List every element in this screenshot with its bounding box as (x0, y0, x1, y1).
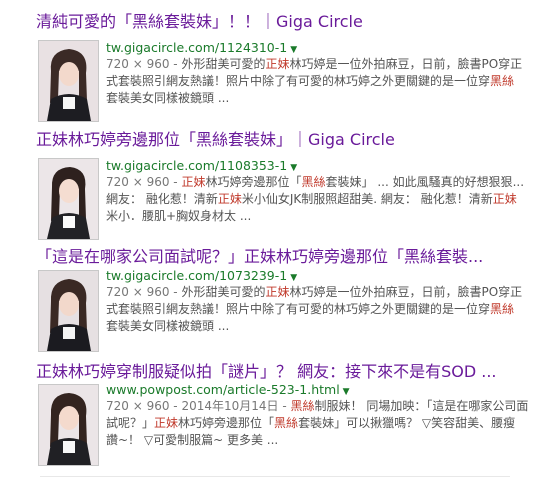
snippet-text: 林巧婷是一位外拍麻豆，日前，臉書PO穿正 (289, 285, 523, 299)
snippet-text: 套裝美女同樣被鏡頭 ... (106, 319, 230, 333)
caret-down-icon[interactable]: ▼ (290, 45, 297, 55)
snippet-highlight: 黑絲 (490, 74, 515, 88)
woman-photo-image (39, 271, 98, 351)
snippet-highlight: 正妹 (154, 416, 179, 430)
divider (40, 476, 510, 477)
caret-down-icon[interactable]: ▼ (290, 273, 297, 283)
result-meta: 720 × 960 - 2014年10月14日 - (106, 399, 291, 413)
snippet-text: 外形甜美可愛的 (181, 57, 266, 71)
result-snippet: 720 × 960 - 正妹林巧婷旁邊那位「黑絲套裝妹」 ... 如此風騷真的好… (106, 174, 538, 225)
snippet-highlight: 黑絲 (290, 399, 315, 413)
result-meta: 720 × 960 - (106, 57, 182, 71)
result-snippet: 720 × 960 - 外形甜美可愛的正妹林巧婷是一位外拍麻豆，日前，臉書PO穿… (106, 56, 538, 107)
snippet-highlight: 黑絲 (274, 416, 299, 430)
woman-photo-image (39, 41, 98, 121)
result-thumbnail[interactable] (38, 270, 99, 352)
result-thumbnail[interactable] (38, 384, 99, 466)
snippet-text: 林巧婷旁邊那位「 (178, 416, 275, 430)
result-title-link[interactable]: 正妹林巧婷旁邊那位「黑絲套裝妹」｜Giga Circle (36, 130, 395, 150)
result-title-link[interactable]: 清純可愛的「黑絲套裝妹」！！｜Giga Circle (36, 12, 363, 32)
woman-photo-image (39, 385, 98, 465)
snippet-text: 林巧婷是一位外拍麻豆，日前，臉書PO穿正 (289, 57, 523, 71)
snippet-text: 式套裝照引網友熱議！照片中除了有可愛的林巧婷之外更關鍵的是一位穿 (106, 302, 491, 316)
caret-down-icon[interactable]: ▼ (343, 387, 350, 397)
caret-down-icon[interactable]: ▼ (290, 163, 297, 173)
snippet-text: 套裝妹」 ... 如此風騷真的好想狠狠... (325, 175, 525, 189)
snippet-text: 米小．腰肌+胸奴身材太 ... (106, 209, 252, 223)
snippet-text: 制服妹！ 同場加映：「這是在哪家公司面 (314, 399, 529, 413)
result-title-link[interactable]: 「這是在哪家公司面試呢？」正妹林巧婷旁邊那位「黑絲套裝... (36, 247, 483, 267)
snippet-highlight: 正妹 (181, 175, 206, 189)
snippet-text: 試呢？」 (106, 416, 155, 430)
snippet-text: 外形甜美可愛的 (181, 285, 266, 299)
snippet-highlight: 黑絲 (301, 175, 326, 189)
result-snippet: 720 × 960 - 外形甜美可愛的正妹林巧婷是一位外拍麻豆，日前，臉書PO穿… (106, 284, 538, 335)
result-thumbnail[interactable] (38, 40, 99, 122)
snippet-highlight: 正妹 (265, 57, 290, 71)
snippet-text: 式套裝照引網友熱議！照片中除了有可愛的林巧婷之外更關鍵的是一位穿 (106, 74, 491, 88)
result-meta: 720 × 960 - (106, 285, 182, 299)
snippet-highlight: 正妹 (265, 285, 290, 299)
snippet-highlight: 正妹 (492, 192, 517, 206)
snippet-text: 米小仙女JK制服照超甜美. 網友： 融化惹！清新 (241, 192, 493, 206)
result-title-link[interactable]: 正妹林巧婷穿制服疑似拍「謎片」？ 網友：接下來不是有SOD ... (36, 362, 497, 382)
snippet-text: 讚~！ ▽可愛制服篇~ 更多美 ... (106, 433, 279, 447)
result-url-text: tw.gigacircle.com/1073239-1 (106, 268, 288, 283)
result-thumbnail[interactable] (38, 158, 99, 240)
snippet-highlight: 正妹 (217, 192, 242, 206)
result-snippet: 720 × 960 - 2014年10月14日 - 黑絲制服妹！ 同場加映：「這… (106, 398, 538, 449)
snippet-text: 套裝妹」可以揪獵嗎？ ▽笑容甜美、腰瘦 (298, 416, 516, 430)
woman-photo-image (39, 159, 98, 239)
snippet-highlight: 黑絲 (490, 302, 515, 316)
snippet-text: 網友： 融化惹！清新 (106, 192, 218, 206)
snippet-text: 套裝美女同樣被鏡頭 ... (106, 91, 230, 105)
result-url-text: www.powpost.com/article-523-1.html (106, 382, 340, 397)
result-url-text: tw.gigacircle.com/1124310-1 (106, 40, 288, 55)
snippet-text: 林巧婷旁邊那位「 (205, 175, 302, 189)
result-meta: 720 × 960 - (106, 175, 182, 189)
result-url-text: tw.gigacircle.com/1108353-1 (106, 158, 288, 173)
